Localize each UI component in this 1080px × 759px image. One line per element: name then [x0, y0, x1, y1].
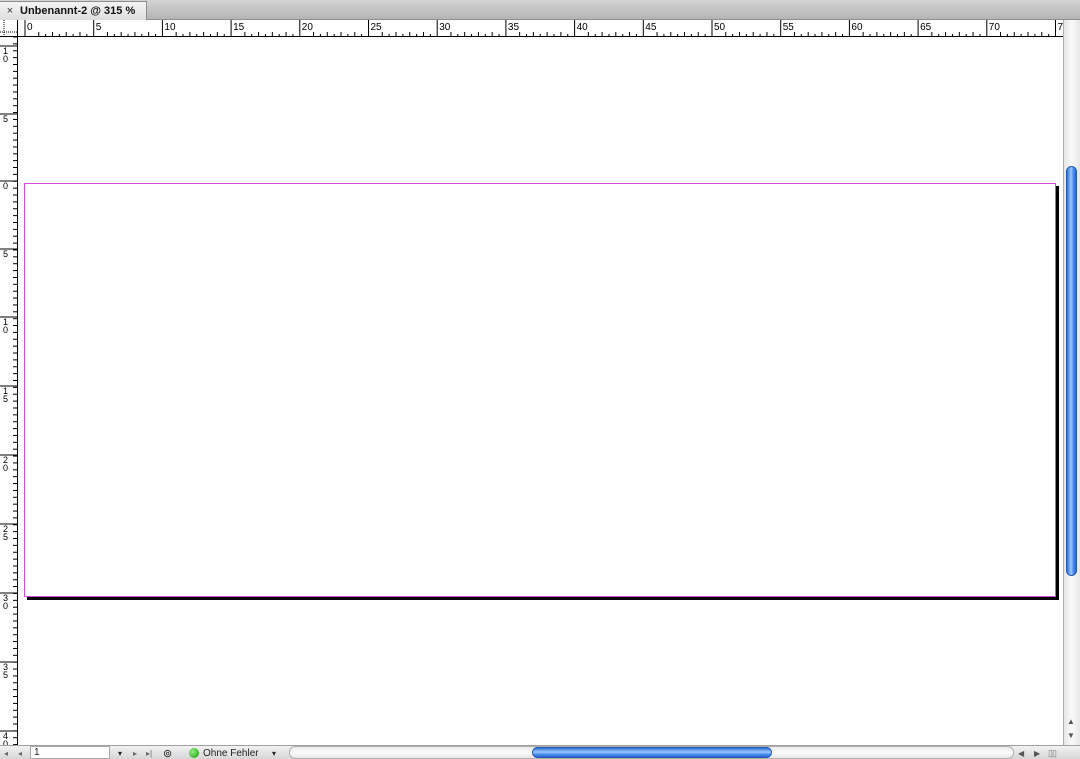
- document-tab-bar: × Unbenannt-2 @ 315 %: [0, 0, 1080, 20]
- ruler-label: 25: [371, 22, 383, 33]
- ruler-label: 45: [645, 22, 657, 33]
- ruler-label: 65: [920, 22, 932, 33]
- ruler-label: 50: [714, 22, 726, 33]
- ruler-label: 30: [439, 22, 451, 33]
- ruler-label: 5: [3, 249, 8, 259]
- page-number-field[interactable]: 1: [30, 746, 110, 759]
- horizontal-ruler[interactable]: 0 5 10 15 20 25 30 35 40 45 50 55 60 65 70 7: [18, 20, 1063, 37]
- pasteboard[interactable]: [19, 38, 1063, 745]
- horizontal-scroll-thumb[interactable]: [532, 747, 772, 758]
- ruler-origin-corner[interactable]: [0, 20, 18, 37]
- ruler-label: 0: [3, 325, 8, 335]
- ruler-label: 70: [989, 22, 1001, 33]
- ruler-label: 5: [3, 394, 8, 404]
- ruler-label: 0: [3, 601, 8, 611]
- ruler-label: 0: [3, 54, 8, 64]
- page-menu-dropdown-icon[interactable]: ▾: [113, 746, 127, 759]
- ruler-label: 0: [27, 22, 33, 33]
- ruler-label: 60: [851, 22, 863, 33]
- split-view-grip-icon[interactable]: ▯▯: [1048, 746, 1057, 759]
- document-page[interactable]: [24, 183, 1056, 597]
- ruler-label: 10: [164, 22, 176, 33]
- preflight-icon[interactable]: ⊚: [163, 746, 172, 759]
- scroll-left-icon[interactable]: ◀: [1018, 746, 1024, 759]
- scroll-up-icon[interactable]: ▲: [1067, 717, 1075, 726]
- ruler-label: 5: [3, 670, 8, 680]
- ruler-label: 5: [3, 114, 8, 124]
- ruler-label: 0: [3, 181, 8, 191]
- status-bar: ◂ ◂ 1 ▾ ▸ ▸| ⊚ Ohne Fehler ▾ ◀ ▶ ▯▯: [0, 745, 1080, 759]
- scroll-down-icon[interactable]: ▼: [1067, 731, 1075, 740]
- ruler-label: 0: [3, 463, 8, 473]
- document-tab[interactable]: × Unbenannt-2 @ 315 %: [0, 1, 147, 20]
- previous-page-icon[interactable]: ◂: [18, 746, 22, 759]
- ruler-label: 40: [577, 22, 589, 33]
- preflight-status-text: Ohne Fehler: [203, 747, 259, 759]
- close-tab-icon[interactable]: ×: [0, 5, 20, 17]
- ruler-label: 20: [302, 22, 314, 33]
- vertical-ruler[interactable]: 1050510152025303540: [0, 37, 18, 745]
- next-page-icon[interactable]: ▸: [133, 746, 137, 759]
- ruler-label: 5: [96, 22, 102, 33]
- ruler-label: 55: [783, 22, 795, 33]
- horizontal-scrollbar[interactable]: [289, 746, 1014, 759]
- preflight-dropdown-icon[interactable]: ▾: [272, 746, 276, 759]
- ruler-label: 15: [233, 22, 245, 33]
- last-page-icon[interactable]: ▸|: [146, 746, 152, 759]
- status-ok-icon: [189, 748, 199, 758]
- ruler-label: 35: [508, 22, 520, 33]
- vertical-scroll-thumb[interactable]: [1066, 166, 1077, 576]
- vertical-scrollbar[interactable]: ▲ ▼: [1063, 20, 1080, 745]
- ruler-label: 5: [3, 532, 8, 542]
- first-page-icon[interactable]: ◂: [4, 746, 8, 759]
- scroll-right-icon[interactable]: ▶: [1034, 746, 1040, 759]
- document-tab-title: Unbenannt-2 @ 315 %: [20, 5, 136, 17]
